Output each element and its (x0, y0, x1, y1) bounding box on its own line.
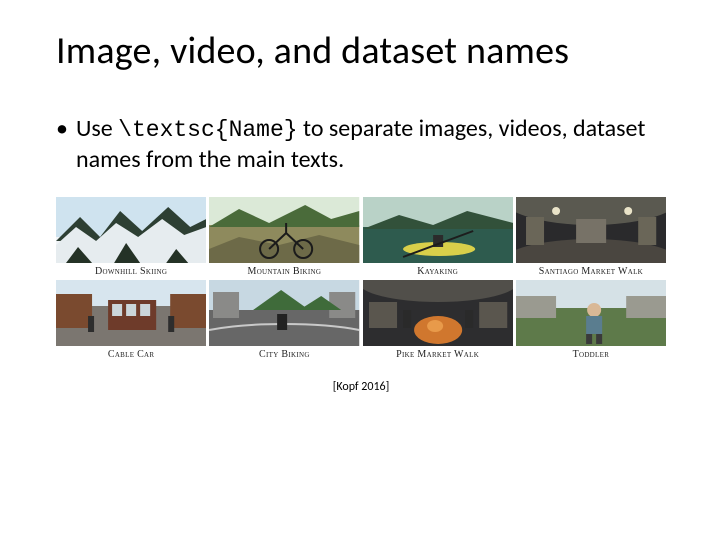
gallery-cell: Downhill Skiing (56, 197, 206, 277)
thumb-kayaking (363, 197, 513, 263)
gallery-caption: Kayaking (417, 266, 458, 277)
thumb-toddler (516, 280, 666, 346)
gallery-cell: Cable Car (56, 280, 206, 360)
citation: [Kopf 2016] (56, 380, 666, 394)
bullet-text-pre: Use (76, 114, 118, 143)
bullet-code: \textsc{Name} (118, 117, 297, 143)
thumb-santiago-market-walk (516, 197, 666, 263)
gallery-caption: Toddler (573, 349, 610, 360)
gallery-caption: City Biking (259, 349, 310, 360)
gallery-cell: Toddler (516, 280, 666, 360)
thumb-city-biking (209, 280, 359, 346)
gallery-caption: Pike Market Walk (396, 349, 479, 360)
thumb-pike-market-walk (363, 280, 513, 346)
gallery-cell: Kayaking (363, 197, 513, 277)
gallery-cell: Pike Market Walk (363, 280, 513, 360)
thumb-downhill-skiing (56, 197, 206, 263)
bullet-item: Use \textsc{Name} to separate images, vi… (56, 114, 672, 175)
slide-title: Image, video, and dataset names (56, 28, 672, 74)
slide: Image, video, and dataset names Use \tex… (0, 0, 720, 414)
gallery-cell: Mountain Biking (209, 197, 359, 277)
gallery-caption: Downhill Skiing (95, 266, 167, 277)
gallery-caption: Santiago Market Walk (539, 266, 643, 277)
gallery-caption: Mountain Biking (248, 266, 322, 277)
thumb-cable-car (56, 280, 206, 346)
gallery-caption: Cable Car (108, 349, 155, 360)
gallery-cell: City Biking (209, 280, 359, 360)
thumb-mountain-biking (209, 197, 359, 263)
gallery-cell: Santiago Market Walk (516, 197, 666, 277)
image-gallery: Downhill Skiing Mountain Biking (56, 197, 666, 360)
